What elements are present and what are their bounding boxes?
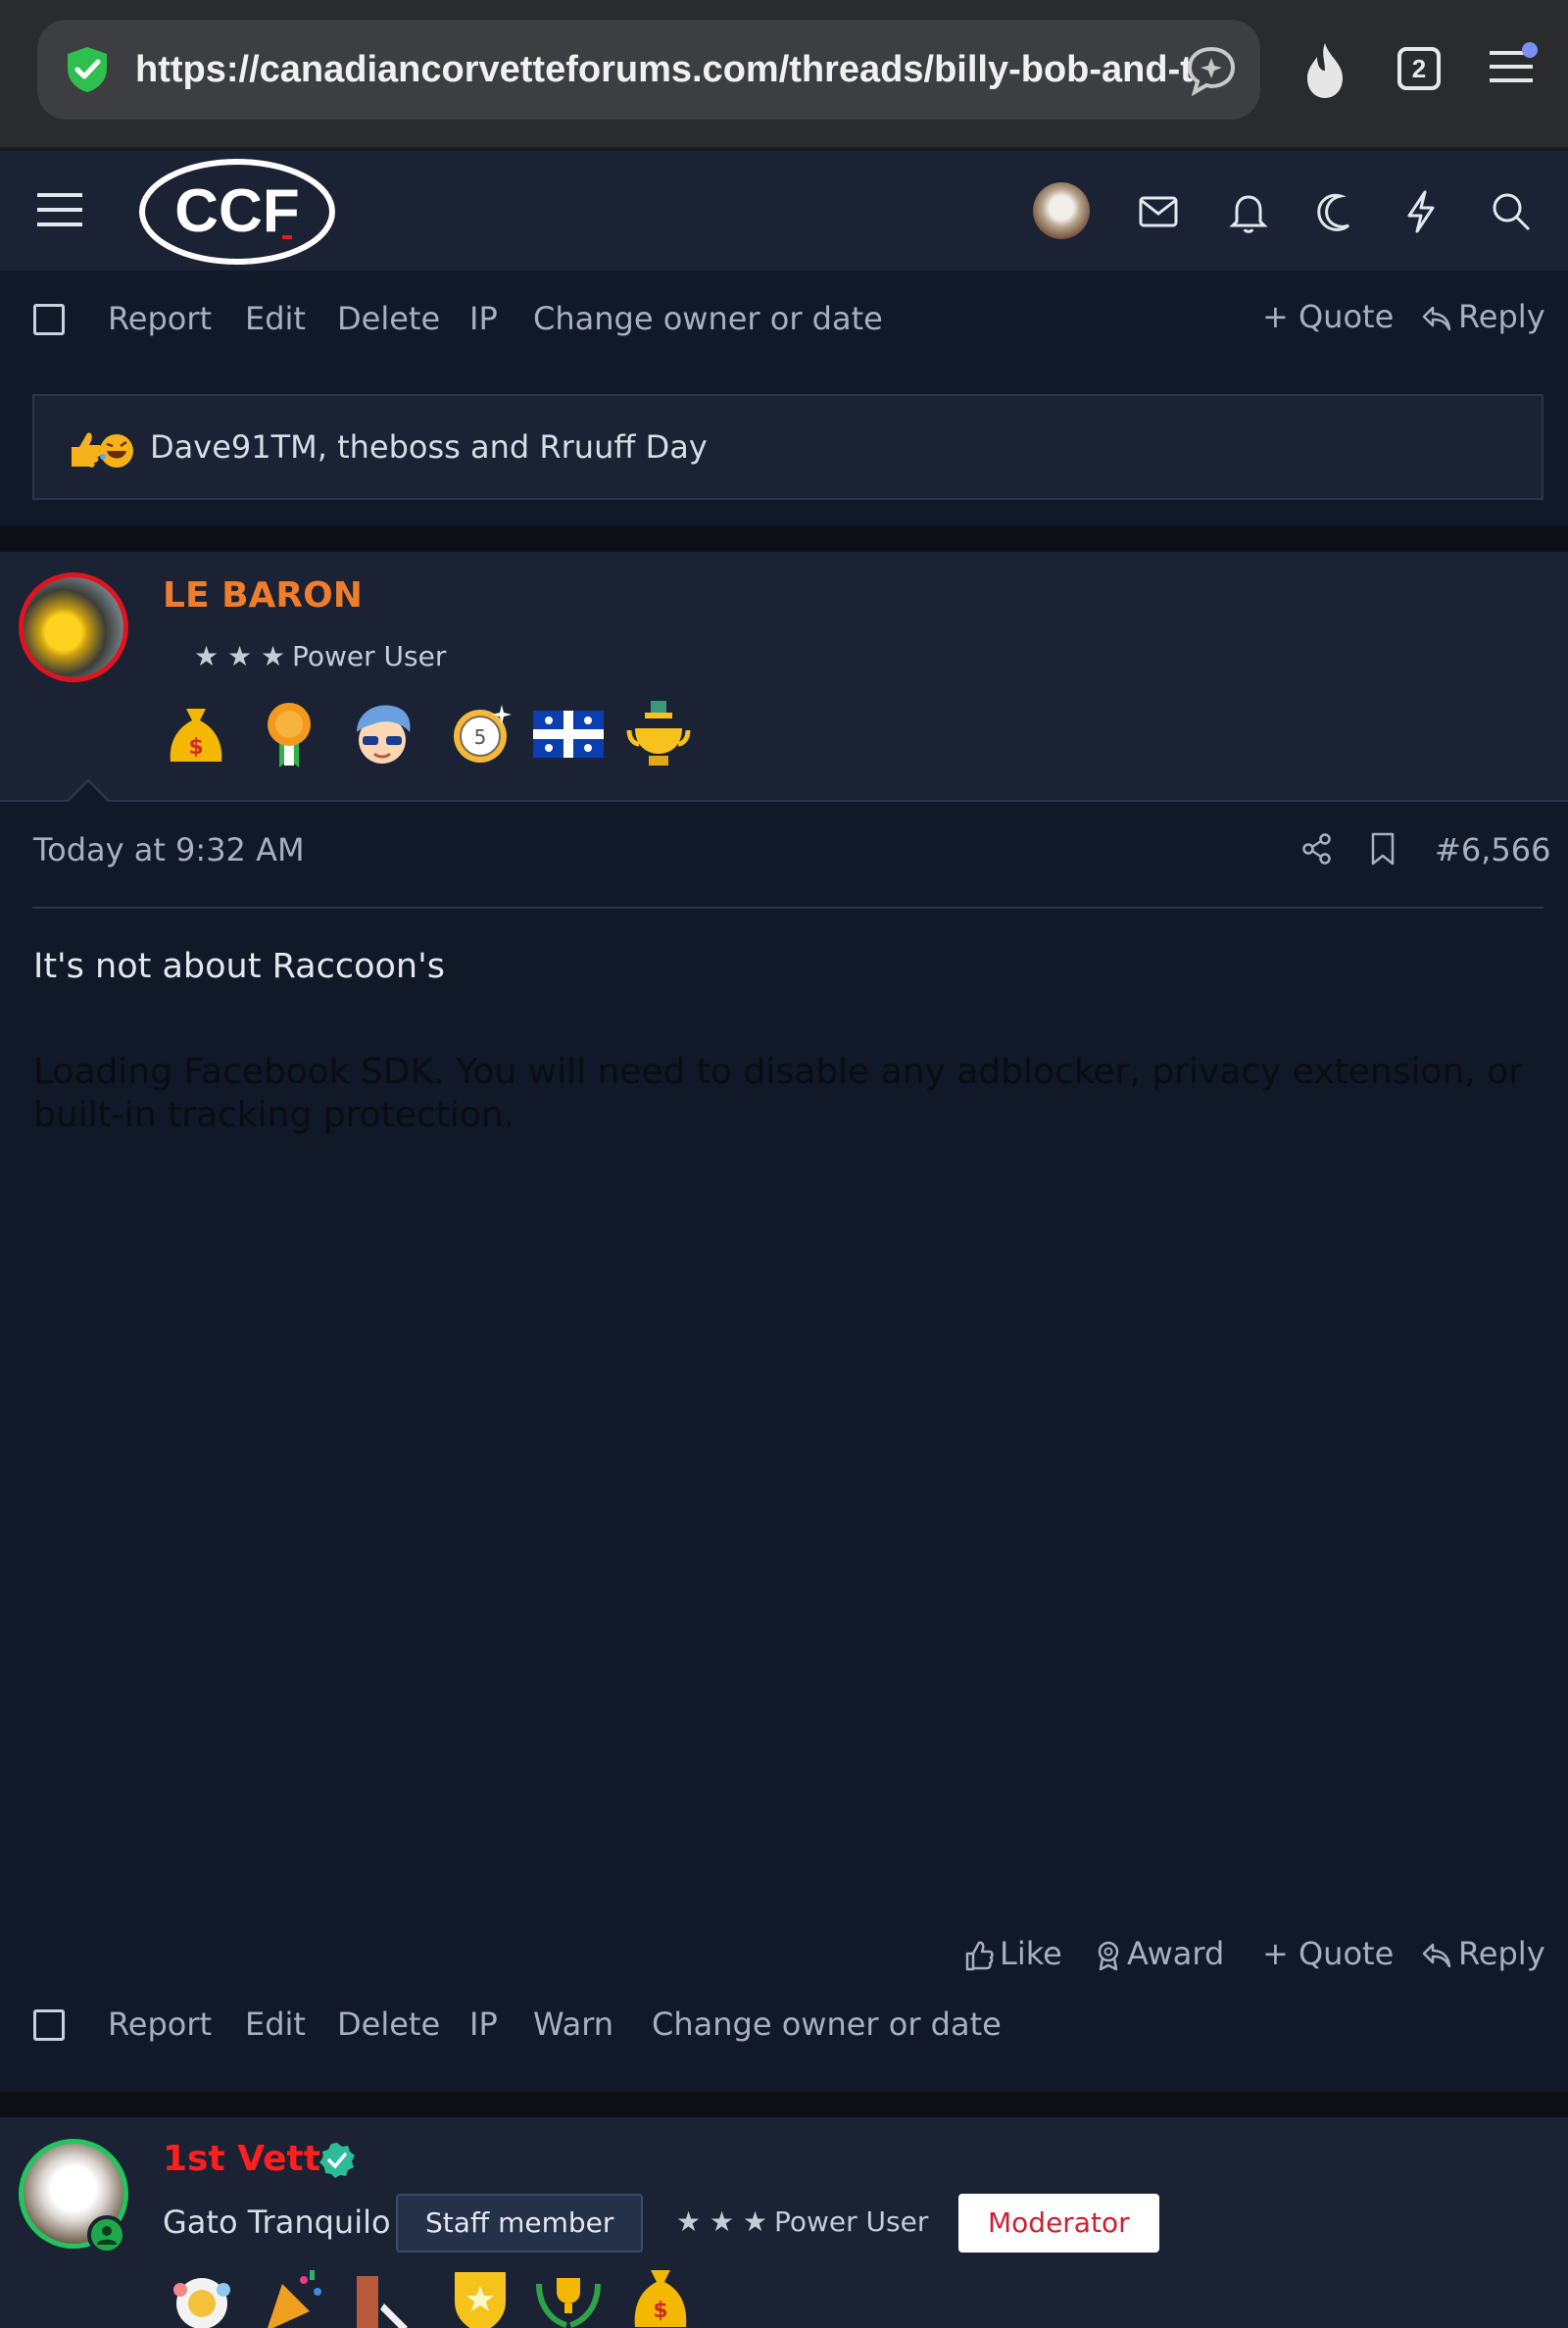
verified-badge-icon xyxy=(319,2143,355,2178)
svg-text:$: $ xyxy=(653,2299,667,2323)
report-link[interactable]: Report xyxy=(108,2006,212,2043)
post-separator xyxy=(0,526,1568,552)
next-author-badges: $ xyxy=(161,2264,710,2328)
svg-text:$: $ xyxy=(188,735,203,760)
ip-link[interactable]: IP xyxy=(469,300,498,337)
author-rank: Power User xyxy=(292,640,447,672)
next-post-author-block: 1st Vette Gato Tranquilo Staff member ★ … xyxy=(0,2117,1568,2328)
post-message: It's not about Raccoon's xyxy=(33,947,445,986)
cool-face-icon[interactable] xyxy=(347,699,417,769)
quote-button[interactable]: + Quote xyxy=(1262,1935,1394,1972)
report-link[interactable]: Report xyxy=(108,300,212,337)
delete-link[interactable]: Delete xyxy=(337,2006,440,2043)
warn-link[interactable]: Warn xyxy=(533,2006,613,2043)
post-header-rule xyxy=(32,907,1544,909)
award-rosette-icon[interactable] xyxy=(167,2264,237,2328)
award-icon xyxy=(1098,1941,1119,1971)
moon-icon[interactable] xyxy=(1309,186,1360,237)
staff-member-tag: Staff member xyxy=(396,2194,644,2253)
post-date[interactable]: Today at 9:32 AM xyxy=(33,831,305,868)
ip-link[interactable]: IP xyxy=(469,2006,498,2043)
tab-count-button[interactable]: 2 xyxy=(1397,47,1441,90)
reply-button[interactable]: Reply xyxy=(1421,298,1545,335)
site-header: CCF xyxy=(0,151,1568,271)
account-avatar[interactable] xyxy=(1033,182,1090,239)
chat-sparkle-icon[interactable] xyxy=(1184,43,1239,98)
select-checkbox[interactable] xyxy=(33,2009,65,2041)
change-owner-link[interactable]: Change owner or date xyxy=(533,300,883,337)
edit-link[interactable]: Edit xyxy=(245,2006,306,2043)
menu-icon[interactable] xyxy=(37,190,82,229)
sheriff-badge-icon[interactable] xyxy=(445,2264,515,2328)
author-block-border xyxy=(0,800,1568,802)
money-bag-icon[interactable]: $ xyxy=(161,699,231,769)
site-logo[interactable]: CCF xyxy=(139,157,341,267)
quebec-flag-icon[interactable] xyxy=(533,699,604,769)
quote-button[interactable]: + Quote xyxy=(1262,298,1394,335)
flame-icon[interactable] xyxy=(1296,39,1354,102)
author-badges: $ 5 xyxy=(161,699,710,769)
post-reaction-actions: Like Award + Quote Reply xyxy=(0,1927,1568,1986)
change-owner-link[interactable]: Change owner or date xyxy=(652,2006,1002,2043)
post-number[interactable]: #6,566 xyxy=(1435,831,1550,868)
lightning-icon[interactable] xyxy=(1396,186,1446,237)
medal-icon[interactable] xyxy=(254,699,324,769)
author-name[interactable]: LE BARON xyxy=(163,575,363,616)
reply-icon xyxy=(1422,306,1451,331)
like-button[interactable]: Like xyxy=(964,1935,1062,1972)
facebook-sdk-notice: Loading Facebook SDK. You will need to d… xyxy=(33,1052,1524,1135)
author-avatar[interactable] xyxy=(19,572,128,682)
share-icon[interactable] xyxy=(1299,831,1335,867)
notification-dot xyxy=(1522,42,1538,58)
award-button[interactable]: Award xyxy=(1096,1935,1224,1972)
bookmark-icon[interactable] xyxy=(1368,831,1397,867)
mail-icon[interactable] xyxy=(1133,186,1184,237)
svg-text:5: 5 xyxy=(474,725,487,749)
post-separator xyxy=(0,2092,1568,2117)
reaction-emojis-icon xyxy=(72,432,133,468)
online-status-icon xyxy=(87,2215,126,2254)
address-bar[interactable]: https://canadiancorvetteforums.com/threa… xyxy=(37,20,1260,120)
edit-link[interactable]: Edit xyxy=(245,300,306,337)
trophy-wreath-icon[interactable] xyxy=(533,2264,604,2328)
trophy-cup-icon[interactable] xyxy=(623,699,694,769)
browser-toolbar: https://canadiancorvetteforums.com/threa… xyxy=(0,0,1568,149)
prev-post-actions: Report Edit Delete IP Change owner or da… xyxy=(0,290,1568,349)
logo-text: CCF xyxy=(174,177,299,245)
shield-check-icon[interactable] xyxy=(63,45,112,94)
next-author-stars: ★ ★ ★ xyxy=(676,2205,768,2238)
author-pointer-inner xyxy=(69,782,108,802)
author-stars: ★ ★ ★ xyxy=(194,640,286,672)
bell-icon[interactable] xyxy=(1223,186,1274,237)
post-moderation-actions: Report Edit Delete IP Warn Change owner … xyxy=(0,1996,1568,2055)
crayon-icon[interactable] xyxy=(349,2264,419,2328)
url-text[interactable]: https://canadiancorvetteforums.com/threa… xyxy=(135,20,1194,120)
thumbs-up-icon xyxy=(965,1941,994,1971)
money-bag-icon[interactable]: $ xyxy=(625,2264,696,2328)
reply-icon xyxy=(1422,1943,1451,1968)
post-author-block: LE BARON ★ ★ ★ Power User $ 5 xyxy=(0,552,1568,802)
next-author-title: Gato Tranquilo xyxy=(163,2204,391,2241)
coin-5-icon[interactable]: 5 xyxy=(445,699,515,769)
select-checkbox[interactable] xyxy=(33,304,65,335)
next-author-rank: Power User xyxy=(774,2205,929,2238)
reactions-text[interactable]: Dave91TM, theboss and Rruuff Day xyxy=(150,396,708,498)
user-icon xyxy=(97,2226,117,2245)
party-popper-icon[interactable] xyxy=(259,2264,329,2328)
moderator-tag: Moderator xyxy=(958,2194,1159,2253)
search-icon[interactable] xyxy=(1486,186,1537,237)
reply-button[interactable]: Reply xyxy=(1421,1935,1545,1972)
reactions-bar[interactable]: Dave91TM, theboss and Rruuff Day xyxy=(32,394,1544,500)
delete-link[interactable]: Delete xyxy=(337,300,440,337)
